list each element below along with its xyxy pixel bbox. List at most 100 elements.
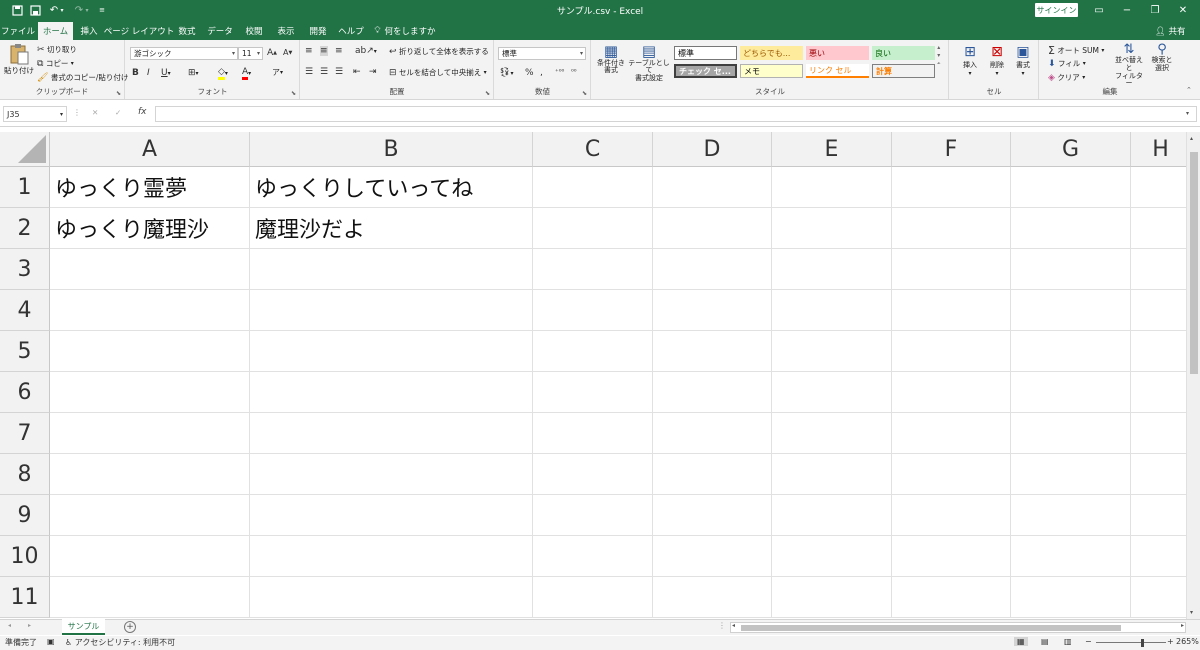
font-launcher-icon[interactable]: ⬊ [291, 90, 296, 97]
minimize-icon[interactable]: − [1113, 0, 1141, 21]
column-header-a[interactable]: A [50, 132, 250, 167]
cell-b3[interactable] [250, 249, 533, 290]
cell-f11[interactable] [892, 577, 1011, 618]
signin-button[interactable]: サインイン [1035, 3, 1078, 17]
align-top-button[interactable]: ≡ [305, 46, 313, 56]
column-header-b[interactable]: B [250, 132, 533, 167]
cell-d5[interactable] [653, 331, 772, 372]
font-name-select[interactable]: 游ゴシック ▾ [130, 47, 238, 60]
row-header-2[interactable]: 2 [0, 208, 50, 249]
cell-e11[interactable] [772, 577, 892, 618]
style-neutral[interactable]: どちらでも... [740, 46, 803, 60]
scroll-down-icon[interactable]: ▾ [1190, 609, 1193, 616]
cell-e4[interactable] [772, 290, 892, 331]
cell-c5[interactable] [533, 331, 653, 372]
conditional-formatting-button[interactable]: ▦ 条件付き 書式 [595, 43, 627, 75]
cell-c7[interactable] [533, 413, 653, 454]
align-middle-button[interactable]: ≡ [320, 46, 328, 56]
cell-f5[interactable] [892, 331, 1011, 372]
tab-view[interactable]: 表示 [272, 22, 300, 40]
horizontal-scroll-thumb[interactable] [741, 625, 1121, 631]
cell-h10[interactable] [1131, 536, 1186, 577]
cell-a11[interactable] [50, 577, 250, 618]
cell-a9[interactable] [50, 495, 250, 536]
cell-c3[interactable] [533, 249, 653, 290]
select-all-button[interactable] [0, 132, 50, 167]
scroll-right-icon[interactable]: ▸ [1181, 622, 1184, 629]
formula-input[interactable] [155, 106, 1197, 122]
delete-cells-button[interactable]: ⊠ 削除 ▾ [985, 44, 1009, 77]
cell-d11[interactable] [653, 577, 772, 618]
cell-d2[interactable] [653, 208, 772, 249]
column-header-f[interactable]: F [892, 132, 1011, 167]
close-icon[interactable]: ✕ [1169, 0, 1197, 21]
cell-h6[interactable] [1131, 372, 1186, 413]
zoom-slider-thumb[interactable] [1141, 639, 1144, 647]
cell-d8[interactable] [653, 454, 772, 495]
cell-c10[interactable] [533, 536, 653, 577]
prev-sheet-icon[interactable]: ◂ [8, 622, 11, 629]
number-launcher-icon[interactable]: ⬊ [582, 90, 587, 97]
accessibility-status[interactable]: ♿︎ アクセシビリティ: 利用不可 [65, 637, 175, 648]
increase-decimal-button[interactable]: ⁺⁰⁰ [555, 68, 564, 76]
scroll-up-icon[interactable]: ▴ [1190, 135, 1193, 142]
cell-h11[interactable] [1131, 577, 1186, 618]
cell-h3[interactable] [1131, 249, 1186, 290]
align-bottom-button[interactable]: ≡ [335, 46, 343, 56]
style-normal[interactable]: 標準 [674, 46, 737, 60]
cell-e1[interactable] [772, 167, 892, 208]
cell-b6[interactable] [250, 372, 533, 413]
italic-button[interactable]: I [147, 68, 150, 78]
cell-b5[interactable] [250, 331, 533, 372]
cell-f9[interactable] [892, 495, 1011, 536]
cell-b11[interactable] [250, 577, 533, 618]
format-cells-button[interactable]: ▣ 書式 ▾ [1011, 44, 1035, 77]
style-check-cell[interactable]: チェック セ... [674, 64, 737, 78]
row-header-11[interactable]: 11 [0, 577, 50, 618]
cell-a10[interactable] [50, 536, 250, 577]
clear-button[interactable]: ◈ クリア ▾ [1048, 72, 1085, 83]
cell-d7[interactable] [653, 413, 772, 454]
merge-center-button[interactable]: ⊟ セルを結合して中央揃え ▾ [389, 67, 487, 78]
row-header-5[interactable]: 5 [0, 331, 50, 372]
cell-d10[interactable] [653, 536, 772, 577]
customize-toolbar-icon[interactable]: ≡ [97, 3, 107, 17]
expand-formula-bar-icon[interactable]: ▾ [1186, 110, 1189, 117]
format-as-table-button[interactable]: ▤ テーブルとして 書式設定 [628, 43, 670, 83]
align-center-button[interactable]: ☰ [320, 67, 328, 77]
name-box[interactable]: J35 ▾ [3, 106, 67, 122]
clipboard-launcher-icon[interactable]: ⬊ [116, 90, 121, 97]
cell-b8[interactable] [250, 454, 533, 495]
vertical-scrollbar[interactable]: ▴ ▾ [1186, 132, 1200, 619]
sort-filter-button[interactable]: ⇅ 並べ替えと フィルター [1112, 42, 1146, 88]
decrease-font-button[interactable]: A ▼ [283, 48, 292, 57]
add-sheet-icon[interactable]: + [124, 621, 136, 633]
copy-button[interactable]: ⧉ コピー ▾ [37, 58, 74, 69]
zoom-out-icon[interactable]: − [1085, 637, 1092, 646]
tab-formulas[interactable]: 数式 [173, 22, 201, 40]
style-linked-cell[interactable]: リンク セル [806, 64, 869, 78]
cell-a2[interactable]: ゆっくり魔理沙 [50, 208, 250, 249]
percent-button[interactable]: % [525, 68, 534, 78]
find-select-button[interactable]: ⚲ 検索と 選択 [1148, 42, 1176, 73]
align-left-button[interactable]: ☰ [305, 67, 313, 77]
zoom-in-icon[interactable]: + [1167, 637, 1174, 646]
borders-button[interactable]: ⊞ ▾ [188, 68, 199, 78]
cell-a1[interactable]: ゆっくり霊夢 [50, 167, 250, 208]
tab-file[interactable]: ファイル [0, 22, 36, 40]
cell-c4[interactable] [533, 290, 653, 331]
cell-f3[interactable] [892, 249, 1011, 290]
cell-e5[interactable] [772, 331, 892, 372]
styles-gallery-scroll[interactable]: ▴ ▾ ⩡ [937, 44, 940, 67]
cell-f2[interactable] [892, 208, 1011, 249]
cell-e10[interactable] [772, 536, 892, 577]
column-header-c[interactable]: C [533, 132, 653, 167]
alignment-launcher-icon[interactable]: ⬊ [485, 90, 490, 97]
cell-a6[interactable] [50, 372, 250, 413]
format-painter-button[interactable]: 🖌︎ 書式のコピー/貼り付け [37, 72, 128, 83]
underline-button[interactable]: U ▾ [161, 68, 171, 78]
cell-g8[interactable] [1011, 454, 1131, 495]
column-header-e[interactable]: E [772, 132, 892, 167]
cell-g11[interactable] [1011, 577, 1131, 618]
cell-f7[interactable] [892, 413, 1011, 454]
